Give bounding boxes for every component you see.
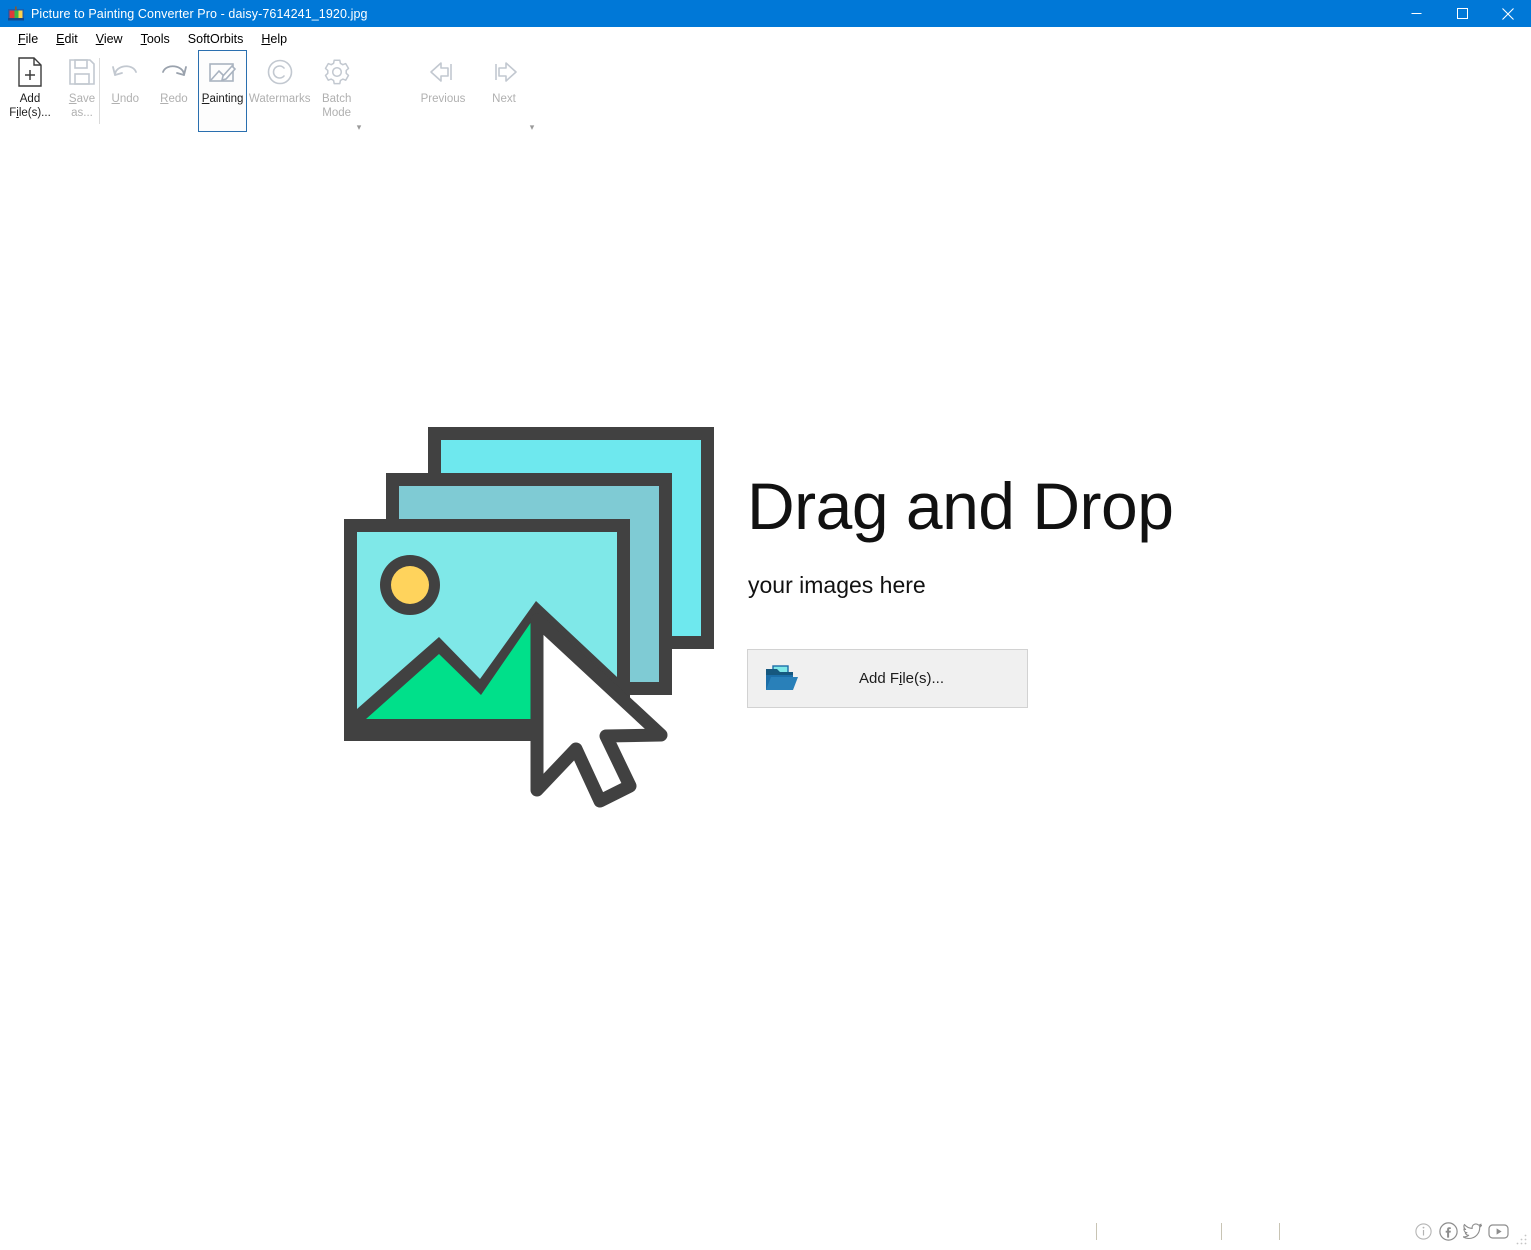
facebook-icon[interactable]	[1437, 1220, 1459, 1242]
menu-item-help[interactable]: Help	[252, 30, 296, 48]
undo-arrow-icon	[109, 56, 141, 88]
arrow-right-end-icon	[488, 56, 520, 88]
info-icon[interactable]	[1412, 1220, 1434, 1242]
menu-item-tools[interactable]: Tools	[132, 30, 179, 48]
menu-item-softorbits[interactable]: SoftOrbits	[179, 30, 253, 48]
document-plus-icon	[14, 56, 46, 88]
arrow-left-end-icon	[427, 56, 459, 88]
redo-arrow-icon	[158, 56, 190, 88]
watermarks-label: Watermarks	[249, 92, 311, 106]
resize-grip-icon[interactable]	[1516, 1232, 1528, 1244]
toolbar-separator-1	[99, 58, 100, 124]
undo-button[interactable]: Undo	[101, 50, 150, 132]
redo-button[interactable]: Redo	[150, 50, 199, 132]
add-files-button[interactable]: Add File(s)...	[747, 649, 1028, 708]
drop-zone[interactable]: Drag and Drop your images here Add File(…	[0, 136, 1531, 1211]
navigation-group-expander[interactable]: ▾	[526, 121, 538, 133]
save-as-toolbar-label: Save as...	[69, 92, 95, 120]
gear-icon	[321, 56, 353, 88]
menu-item-file[interactable]: File	[9, 30, 47, 48]
stacked-photos-with-cursor-icon	[334, 415, 734, 815]
next-button[interactable]: Next	[478, 50, 530, 132]
batch-mode-button[interactable]: Batch Mode	[312, 50, 361, 132]
add-files-toolbar-label: Add File(s)...	[9, 92, 51, 120]
copyright-icon	[264, 56, 296, 88]
window-title: Picture to Painting Converter Pro - dais…	[31, 7, 368, 21]
redo-label: Redo	[160, 92, 188, 106]
painting-label: Painting	[202, 92, 244, 106]
open-folder-icon	[764, 664, 798, 694]
status-separator-3	[1279, 1223, 1280, 1240]
twitter-icon[interactable]	[1462, 1220, 1484, 1242]
watermarks-button[interactable]: Watermarks	[247, 50, 312, 132]
drag-and-drop-subtitle: your images here	[748, 572, 926, 599]
floppy-disk-icon	[66, 56, 98, 88]
painting-brush-icon	[207, 56, 239, 88]
title-bar[interactable]: Picture to Painting Converter Pro - dais…	[0, 0, 1531, 27]
app-icon	[8, 6, 24, 22]
add-files-button-label: Add File(s)...	[798, 670, 1027, 687]
menu-bar: File Edit View Tools SoftOrbits Help	[0, 27, 1531, 50]
youtube-icon[interactable]	[1487, 1220, 1509, 1242]
maximize-icon	[1457, 8, 1468, 19]
window-controls	[1393, 0, 1531, 27]
status-separator-2	[1221, 1223, 1222, 1240]
close-icon	[1502, 8, 1514, 20]
edit-group-expander[interactable]: ▾	[353, 121, 365, 133]
add-files-toolbar-button[interactable]: Add File(s)...	[4, 50, 56, 132]
undo-label: Undo	[112, 92, 140, 106]
maximize-button[interactable]	[1439, 0, 1485, 27]
drag-and-drop-heading: Drag and Drop	[747, 473, 1173, 539]
close-button[interactable]	[1485, 0, 1531, 27]
next-label: Next	[492, 92, 516, 106]
ribbon-toolbar: Add File(s)... Save as...	[0, 50, 1531, 136]
minimize-button[interactable]	[1393, 0, 1439, 27]
toolbar-group-edit: Undo Redo Painting	[101, 50, 361, 136]
toolbar-group-file: Add File(s)... Save as...	[4, 50, 108, 136]
menu-item-view[interactable]: View	[87, 30, 132, 48]
batch-mode-label: Batch Mode	[322, 92, 351, 120]
previous-button[interactable]: Previous	[408, 50, 478, 132]
status-bar	[0, 1215, 1531, 1247]
painting-button[interactable]: Painting	[198, 50, 247, 132]
menu-item-edit[interactable]: Edit	[47, 30, 87, 48]
toolbar-group-navigation: Previous Next ▾	[408, 50, 530, 136]
social-links	[1412, 1220, 1509, 1242]
status-separator-1	[1096, 1223, 1097, 1240]
previous-label: Previous	[421, 92, 466, 106]
minimize-icon	[1411, 8, 1422, 19]
